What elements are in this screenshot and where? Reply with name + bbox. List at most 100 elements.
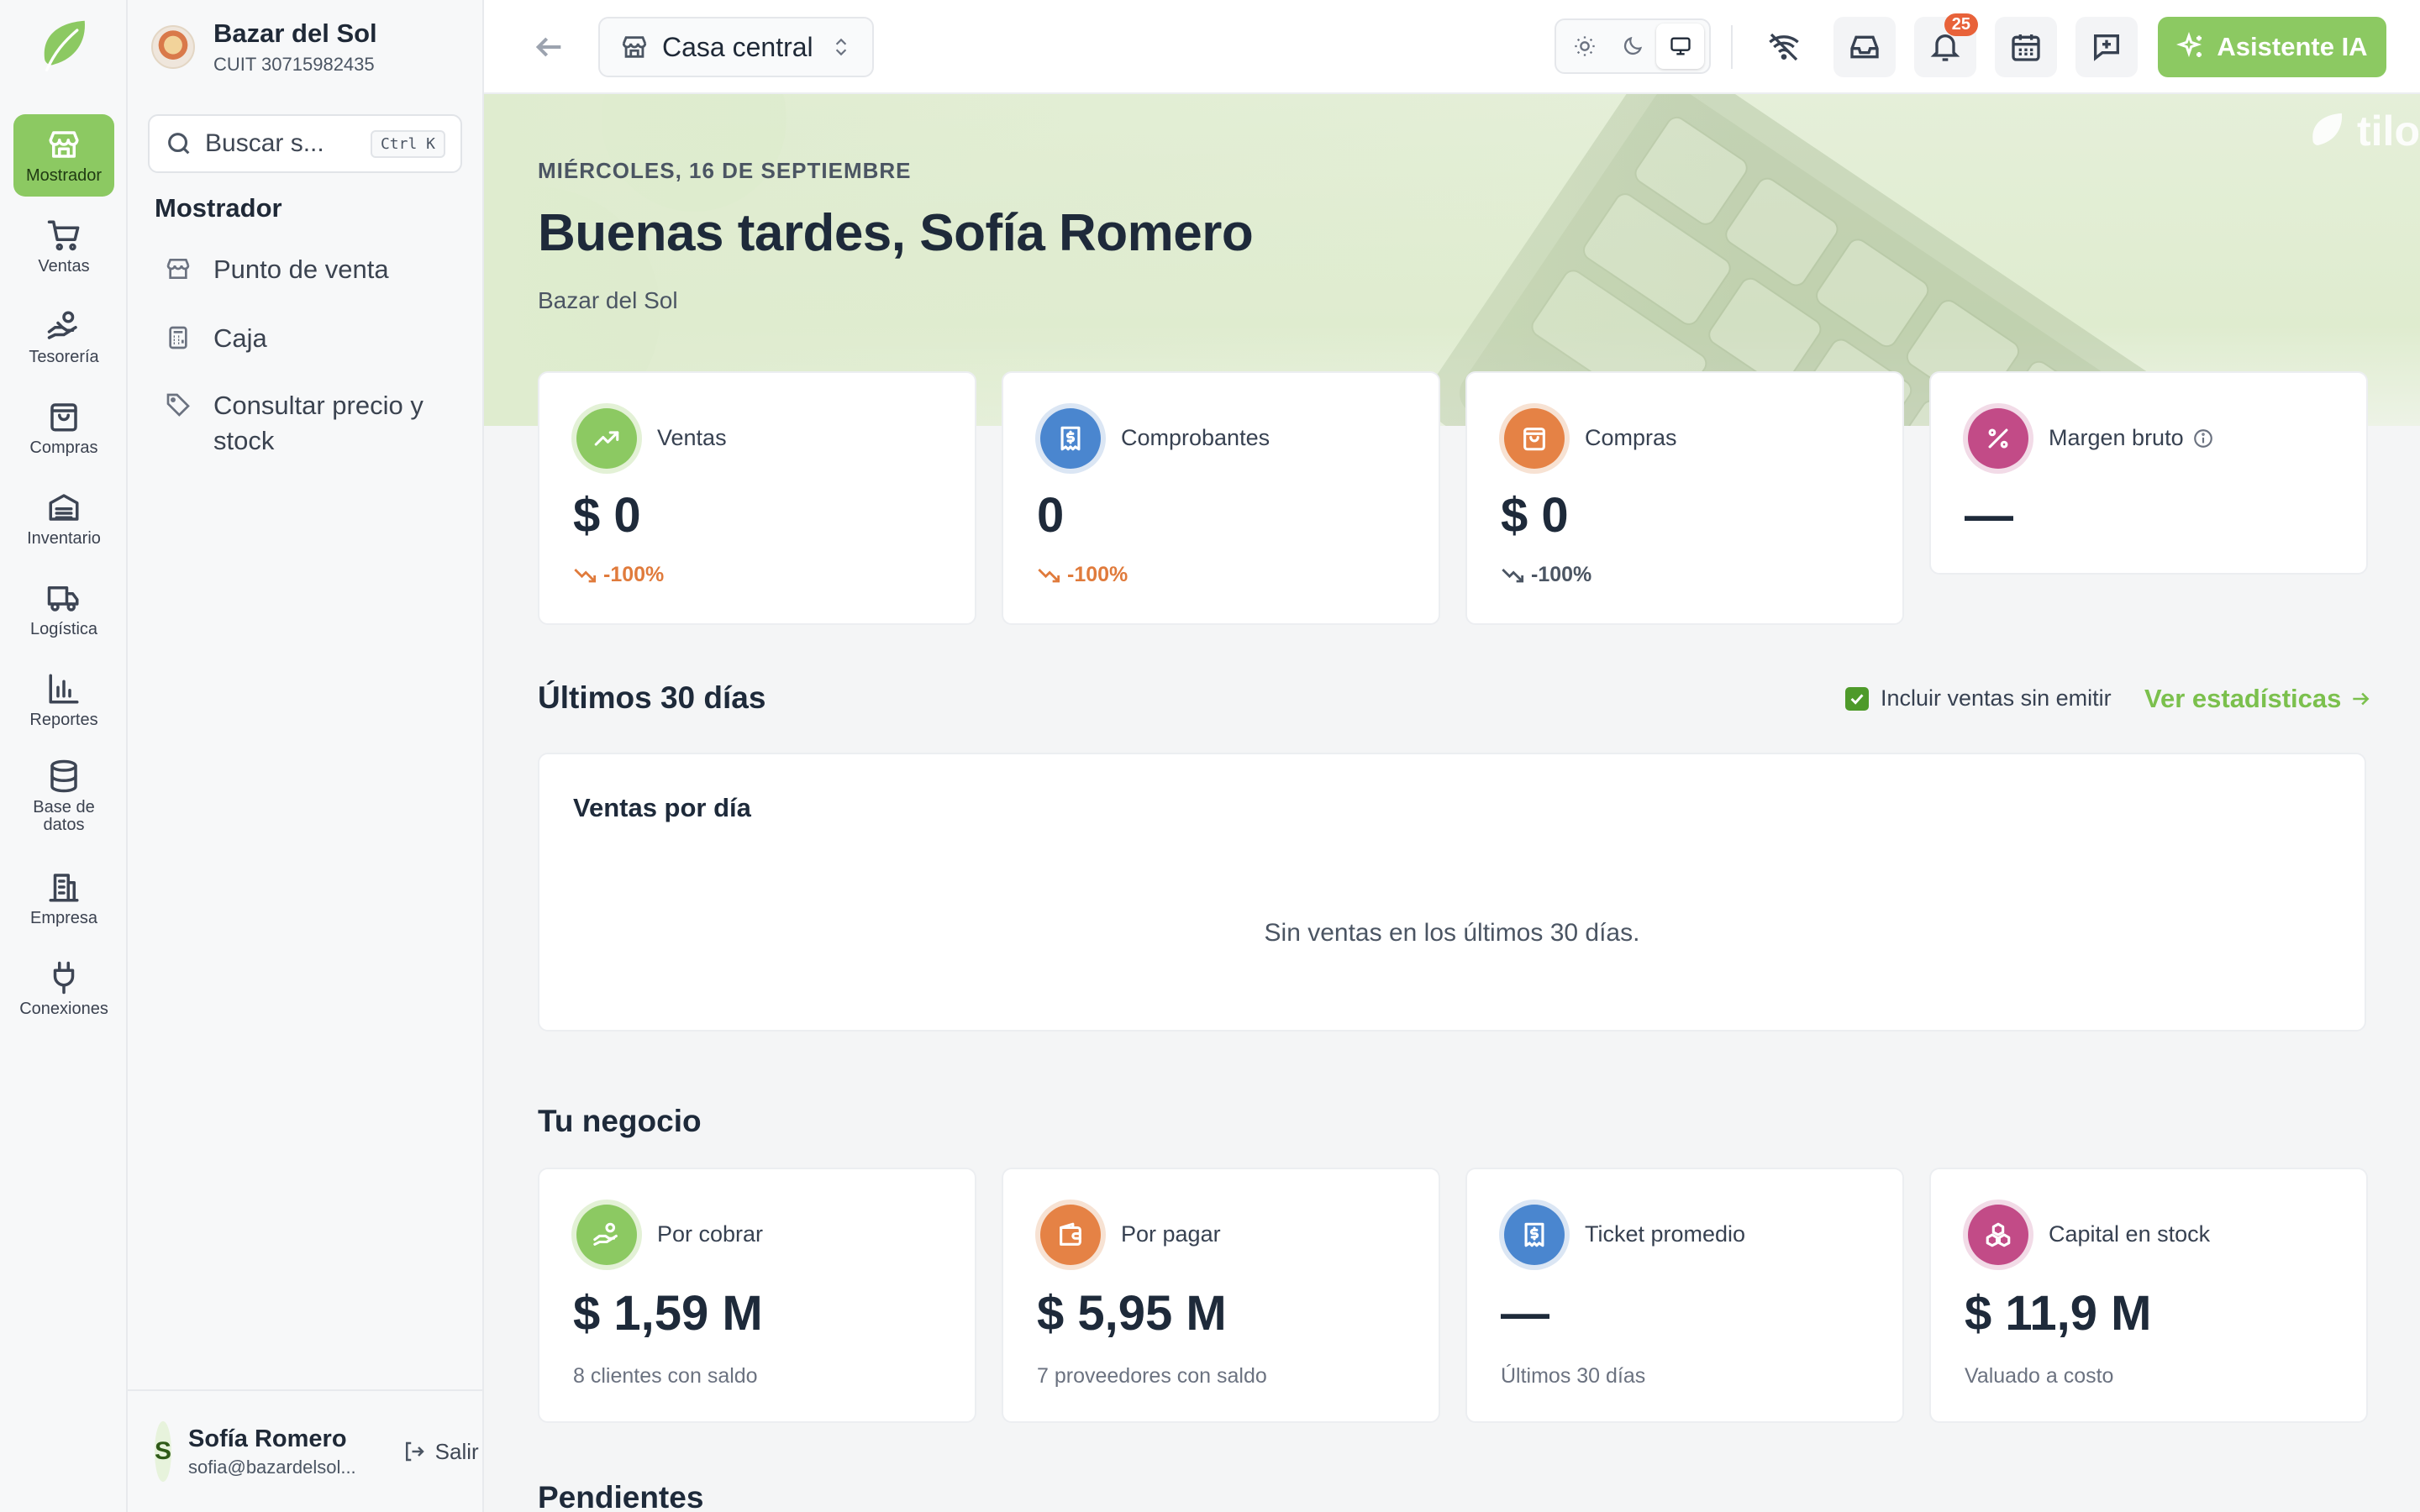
theme-system-button[interactable] [1656,24,1705,69]
kpi-icon-ring [1035,403,1106,474]
monitor-icon [1670,37,1691,55]
boxes-icon [1986,1222,2011,1247]
info-icon[interactable] [2192,428,2214,449]
rail-item-base-de-datos[interactable]: Base de datos [13,749,114,843]
inbox-button[interactable] [1833,17,1896,77]
rail-item-label: Mostrador [25,165,103,185]
section-title-last30: Últimos 30 días [538,680,766,715]
check-icon [1850,693,1864,705]
shopping-bag-icon [50,402,77,431]
ai-assistant-label: Asistente IA [2217,32,2368,61]
notifications-button[interactable]: 25 [1914,13,1978,77]
trending-up-icon [594,431,619,446]
include-unissued-checkbox[interactable]: Incluir ventas sin emitir [1845,685,2112,711]
avatar[interactable]: S [155,1421,172,1482]
rail-item-compras[interactable]: Compras [13,386,114,469]
kpi-delta: -100% [573,563,664,587]
sidebar-item-caja[interactable]: Caja [165,321,424,356]
tag-icon [166,393,190,417]
logout-button[interactable]: Salir [402,1439,479,1465]
search-icon [168,133,190,155]
kpi-delta: -100% [1501,563,1591,587]
truck-icon [47,585,79,612]
kpi-delta: -100% [1037,563,1128,587]
kpi-card-margen-bruto[interactable]: Margen bruto — [1929,371,2368,575]
sidebar-item-consultar-precio[interactable]: Consultar precio y stock [165,388,424,459]
kpi-icon-ring [571,403,642,474]
org-logo [151,25,195,69]
theme-switcher [1555,18,1711,74]
kpi-subtitle: Últimos 30 días [1501,1364,1646,1388]
greeting-title: Buenas tardes, Sofía Romero [538,204,1254,262]
feedback-button[interactable] [2075,17,2138,77]
brand-watermark: tilo [2305,106,2420,156]
arrow-left-icon[interactable] [533,30,566,64]
user-footer: S Sofía Romero sofia@bazardelsol... Sali… [128,1389,484,1512]
kpi-title: Comprobantes [1121,425,1270,450]
store-icon [166,259,190,279]
kpi-card-comprobantes[interactable]: Comprobantes 0 -100% [1002,371,1440,625]
sidebar-item-punto-de-venta[interactable]: Punto de venta [165,252,424,287]
calendar-button[interactable] [1995,17,2057,77]
receipt-icon [1060,426,1081,451]
kpi-subtitle: 8 clientes con saldo [573,1364,758,1388]
arrow-right-icon [2353,692,2370,706]
rail-item-inventario[interactable]: Inventario [13,477,114,559]
kpi-icon-ring [571,1200,642,1270]
wallet-icon [1060,1222,1081,1246]
rail-item-mostrador[interactable]: Mostrador [13,114,114,197]
business-card-ticket-promedio[interactable]: Ticket promedio — Últimos 30 días [1465,1168,1904,1423]
kpi-delta-value: -100% [1067,563,1128,586]
plug-icon [53,961,75,994]
brand-name: tilo [2357,108,2420,155]
rail-item-tesoreria[interactable]: Tesorería [13,296,114,378]
kpi-title: Por cobrar [657,1221,764,1247]
org-switcher[interactable]: Bazar del Sol CUIT 30715982435 [151,18,377,76]
rail-item-logistica[interactable]: Logística [13,568,114,650]
business-card-por-pagar[interactable]: Por pagar $ 5,95 M 7 proveedores con sal… [1002,1168,1440,1423]
kpi-value: $ 0 [1501,488,1569,543]
kpi-title: Ticket promedio [1585,1221,1746,1247]
kpi-delta-value: -100% [603,563,665,586]
building-icon [49,873,79,901]
checkbox-checked[interactable] [1845,686,1869,711]
theme-light-button[interactable] [1561,24,1609,69]
kpi-title: Por pagar [1121,1221,1221,1247]
section-sidebar: Bazar del Sol CUIT 30715982435 Buscar s.… [128,0,484,1512]
hand-coins-icon [593,1222,618,1246]
section-title-pending: Pendientes [538,1480,704,1512]
business-card-por-cobrar[interactable]: Por cobrar $ 1,59 M 8 clientes con saldo [538,1168,976,1423]
rail-item-ventas[interactable]: Ventas [13,205,114,287]
bar-chart-icon [49,674,79,703]
kpi-subtitle: 7 proveedores con saldo [1037,1364,1267,1388]
rail-item-reportes[interactable]: Reportes [13,659,114,741]
theme-dark-button[interactable] [1609,24,1657,69]
org-cuit: CUIT 30715982435 [213,54,375,75]
search-input[interactable]: Buscar s... Ctrl K [148,114,462,173]
message-plus-icon [2094,34,2119,61]
rail-item-empresa[interactable]: Empresa [13,857,114,939]
warehouse-icon [49,493,79,521]
view-stats-label: Ver estadísticas [2144,684,2342,713]
kpi-title: Compras [1585,425,1677,450]
kpi-card-compras[interactable]: Compras $ 0 -100% [1465,371,1904,625]
ai-assistant-button[interactable]: Asistente IA [2158,17,2386,77]
rail-item-label: Logística [29,619,98,638]
logout-label: Salir [434,1438,479,1464]
user-email: sofia@bazardelsol... [188,1456,356,1478]
rail-item-label: Conexiones [19,999,108,1018]
business-card-capital-en-stock[interactable]: Capital en stock $ 11,9 M Valuado a cost… [1929,1168,2368,1423]
leaf-logo-icon[interactable] [34,15,94,76]
rail-item-label: Empresa [29,908,98,927]
kpi-icon-ring [1499,1200,1570,1270]
view-stats-link[interactable]: Ver estadísticas [2144,684,2371,714]
rail-item-conexiones[interactable]: Conexiones [13,948,114,1030]
moon-icon [1623,36,1643,55]
kpi-value: $ 0 [573,488,641,543]
branch-selector[interactable]: Casa central [598,17,874,77]
sparkles-icon [2176,32,2202,58]
trending-down-icon [574,568,597,582]
kpi-card-ventas[interactable]: Ventas $ 0 -100% [538,371,976,625]
offline-status-button[interactable] [1753,17,1815,77]
calendar-icon [2012,34,2040,61]
